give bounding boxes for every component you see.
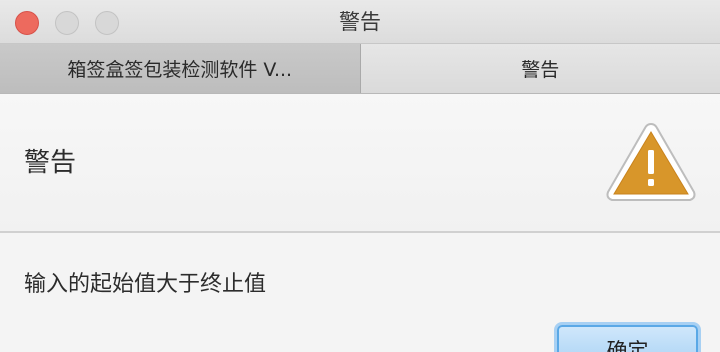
warning-triangle-icon [606,122,696,201]
tab-warning[interactable]: 警告 [360,44,720,93]
dialog-header-text: 警告 [24,148,77,178]
tab-bar: 箱签盒签包装检测软件 V... 警告 [0,44,720,94]
dialog-content: 输入的起始值大于终止值 确定 [0,233,720,352]
dialog-header: 警告 [0,94,720,233]
dialog-message: 输入的起始值大于终止值 [24,272,267,297]
title-bar: 警告 [0,0,720,44]
ok-button[interactable]: 确定 [557,325,698,352]
alert-window: 警告 箱签盒签包装检测软件 V... 警告 警告 输入的起始值大于终止值 确定 [0,0,720,352]
window-title: 警告 [339,10,381,34]
tab-main-app[interactable]: 箱签盒签包装检测软件 V... [0,44,361,93]
